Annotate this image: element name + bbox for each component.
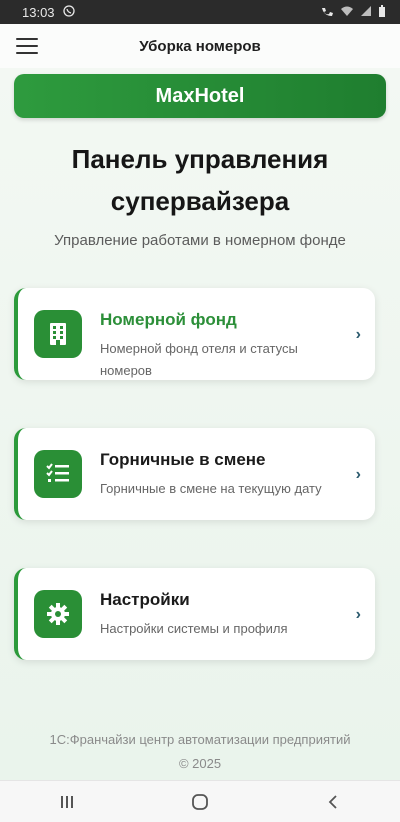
page-title-line1: Панель управления bbox=[71, 144, 329, 174]
footer-company: 1С:Франчайзи центр автоматизации предпри… bbox=[49, 732, 351, 747]
checklist-icon bbox=[34, 450, 82, 498]
menu-icon[interactable] bbox=[16, 38, 38, 54]
gear-icon bbox=[34, 590, 82, 638]
system-nav-bar bbox=[0, 780, 400, 822]
card-description: Настройки системы и профиля bbox=[100, 621, 288, 636]
card-settings[interactable]: Настройки Настройки системы и профиля › bbox=[14, 568, 375, 660]
app-bar: Уборка номеров bbox=[0, 24, 400, 69]
footer-copyright: © 2025 bbox=[178, 756, 222, 771]
brand-banner: MaxHotel bbox=[14, 74, 386, 118]
card-description: Номерной фонд отеля и статусы номеров bbox=[100, 341, 298, 378]
back-icon bbox=[329, 794, 337, 809]
page-title-line2: супервайзера bbox=[110, 186, 290, 216]
battery-icon bbox=[378, 4, 386, 20]
recent-apps-icon bbox=[60, 795, 73, 808]
card-description: Горничные в смене на текущую дату bbox=[100, 481, 322, 496]
wifi-icon bbox=[340, 5, 354, 20]
card-title: Настройки bbox=[100, 590, 190, 609]
status-bar: 13:03 bbox=[0, 0, 400, 24]
chevron-right-icon: › bbox=[355, 466, 361, 483]
card-title: Горничные в смене bbox=[100, 450, 266, 469]
card-room-stock[interactable]: Номерной фонд Номерной фонд отеля и стат… bbox=[14, 288, 375, 380]
chevron-right-icon: › bbox=[355, 606, 361, 623]
card-maids-on-shift[interactable]: Горничные в смене Горничные в смене на т… bbox=[14, 428, 375, 520]
building-icon bbox=[34, 310, 82, 358]
main-content: MaxHotel Панель управления супервайзера … bbox=[0, 68, 400, 780]
home-icon bbox=[192, 793, 208, 810]
wifi-call-icon bbox=[320, 5, 334, 20]
back-button[interactable] bbox=[313, 787, 353, 817]
app-bar-title: Уборка номеров bbox=[139, 37, 261, 55]
whatsapp-icon bbox=[62, 4, 75, 20]
chevron-right-icon: › bbox=[355, 326, 361, 343]
status-time: 13:03 bbox=[22, 4, 55, 20]
page-title: Панель управления супервайзера bbox=[20, 138, 380, 222]
footer: 1С:Франчайзи центр автоматизации предпри… bbox=[0, 728, 400, 776]
page-subtitle: Управление работами в номерном фонде bbox=[54, 232, 346, 249]
signal-icon bbox=[360, 5, 372, 20]
card-title: Номерной фонд bbox=[100, 310, 237, 329]
home-button[interactable] bbox=[180, 787, 220, 817]
recent-apps-button[interactable] bbox=[47, 787, 87, 817]
